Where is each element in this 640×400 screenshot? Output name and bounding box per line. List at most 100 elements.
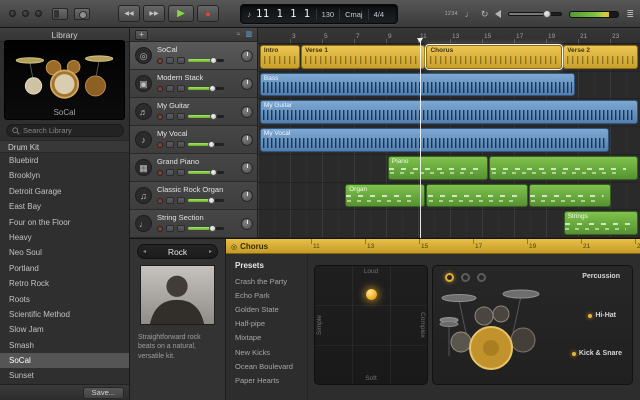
preset-item-ocean-boulevard[interactable]: Ocean Boulevard	[226, 359, 307, 373]
region-grand-piano[interactable]	[489, 155, 639, 180]
track-header-my-guitar[interactable]: ♬ My Guitar	[130, 98, 257, 126]
lcd-mode-icon[interactable]: ≣	[626, 9, 634, 19]
region-classic-rock-organ[interactable]	[529, 183, 612, 208]
region-bass[interactable]: Bass	[259, 72, 576, 97]
library-item-portland[interactable]: Portland	[0, 261, 129, 276]
solo-button[interactable]	[177, 225, 185, 232]
pan-knob[interactable]	[241, 78, 253, 90]
xy-pad[interactable]: Loud Soft Simple Complex	[314, 265, 428, 385]
automation-icon[interactable]: ≈	[237, 31, 241, 38]
library-toggle-icon[interactable]	[52, 8, 68, 20]
preset-item-half-pipe[interactable]: Half-pipe	[226, 317, 307, 331]
track-header-classic-rock-organ[interactable]: ♫ Classic Rock Organ	[130, 182, 257, 210]
pan-knob[interactable]	[241, 218, 253, 230]
library-item-neo-soul[interactable]: Neo Soul	[0, 245, 129, 260]
genre-prev-icon[interactable]: ◂	[143, 248, 146, 255]
timeline-ruler[interactable]: 3 5 7 9 11 13 15 17 19 21 23	[258, 28, 640, 44]
solo-button[interactable]	[177, 57, 185, 64]
master-volume-slider[interactable]	[508, 10, 563, 18]
library-item-east-bay[interactable]: East Bay	[0, 199, 129, 214]
kit-label-kick-snare[interactable]: Kick & Snare	[571, 350, 622, 357]
mute-button[interactable]	[166, 141, 174, 148]
genre-next-icon[interactable]: ▸	[209, 248, 212, 255]
region-intro[interactable]: Intro	[259, 45, 301, 69]
pan-knob[interactable]	[241, 50, 253, 62]
record-button[interactable]: ●	[197, 5, 219, 22]
solo-button[interactable]	[177, 113, 185, 120]
library-item-bluebird[interactable]: Bluebird	[0, 153, 129, 168]
library-search[interactable]	[6, 124, 124, 137]
kit-label-hihat[interactable]: Hi-Hat	[588, 312, 616, 319]
library-item-socal[interactable]: SoCal	[0, 353, 129, 369]
genre-selector[interactable]: ◂ Rock ▸	[137, 244, 218, 259]
preset-item-new-kicks[interactable]: New Kicks	[226, 345, 307, 359]
track-header-grand-piano[interactable]: ▦ Grand Piano	[130, 154, 257, 182]
drum-kit-illustration[interactable]	[437, 278, 545, 382]
track-header-modern-stack[interactable]: ▣ Modern Stack	[130, 70, 257, 98]
track-volume-slider[interactable]	[188, 196, 224, 204]
record-enable-button[interactable]	[157, 85, 163, 92]
library-item-detroit-garage[interactable]: Detroit Garage	[0, 184, 129, 199]
pan-knob[interactable]	[241, 190, 253, 202]
metronome-icon[interactable]: ♩	[465, 9, 474, 19]
library-item-four-on-the-floor[interactable]: Four on the Floor	[0, 215, 129, 230]
region-verse-1[interactable]: Verse 1	[301, 45, 426, 69]
lcd-display[interactable]: ♪ 11 1 1 1 130 Cmaj 4/4	[240, 4, 398, 24]
library-item-smash[interactable]: Smash	[0, 338, 129, 353]
forward-button[interactable]: ▶▶	[143, 5, 165, 22]
library-item-retro-rock[interactable]: Retro Rock	[0, 276, 129, 291]
smart-controls-icon[interactable]	[74, 8, 90, 20]
key-value[interactable]: Cmaj	[345, 10, 363, 19]
solo-button[interactable]	[177, 85, 185, 92]
region-my-vocal[interactable]: My Vocal	[259, 128, 610, 152]
record-enable-button[interactable]	[157, 57, 163, 64]
drummer-avatar[interactable]	[140, 265, 215, 325]
region-piano[interactable]: Piano	[387, 155, 489, 180]
kit-label-percussion[interactable]: Percussion	[582, 273, 620, 280]
library-category-header[interactable]: Drum Kit	[0, 140, 129, 153]
region-organ[interactable]: Organ	[345, 183, 426, 208]
record-enable-button[interactable]	[157, 169, 163, 176]
preset-item-echo-park[interactable]: Echo Park	[226, 288, 307, 302]
record-enable-button[interactable]	[157, 113, 163, 120]
track-volume-slider[interactable]	[188, 140, 224, 148]
mute-button[interactable]	[166, 85, 174, 92]
region-verse-2[interactable]: Verse 2	[563, 45, 639, 69]
track-volume-slider[interactable]	[188, 84, 224, 92]
minimize-button[interactable]	[22, 10, 29, 17]
preset-item-crash-the-party[interactable]: Crash the Party	[226, 274, 307, 288]
track-header-string-section[interactable]: ♩ String Section	[130, 210, 257, 238]
track-volume-slider[interactable]	[188, 224, 224, 232]
preset-item-paper-hearts[interactable]: Paper Hearts	[226, 373, 307, 387]
time-signature-value[interactable]: 4/4	[374, 10, 384, 19]
solo-button[interactable]	[177, 197, 185, 204]
record-enable-button[interactable]	[157, 197, 163, 204]
close-button[interactable]	[9, 10, 16, 17]
playhead[interactable]	[416, 38, 423, 238]
region-my-guitar[interactable]: My Guitar	[259, 100, 639, 125]
add-track-button[interactable]: +	[135, 29, 148, 40]
record-enable-button[interactable]	[157, 141, 163, 148]
tempo-value[interactable]: 130	[322, 10, 335, 19]
track-volume-slider[interactable]	[188, 112, 224, 120]
search-input[interactable]	[23, 126, 118, 135]
count-in-icon[interactable]: 1234	[445, 11, 458, 17]
mute-button[interactable]	[166, 57, 174, 64]
library-item-sunset[interactable]: Sunset	[0, 368, 129, 383]
region-strings[interactable]: Strings	[563, 211, 639, 235]
rewind-button[interactable]: ◀◀	[118, 5, 140, 22]
region-classic-rock-organ[interactable]	[426, 183, 528, 208]
track-volume-slider[interactable]	[188, 168, 224, 176]
library-item-brooklyn[interactable]: Brooklyn	[0, 168, 129, 183]
pan-knob[interactable]	[241, 134, 253, 146]
pan-knob[interactable]	[241, 106, 253, 118]
pan-knob[interactable]	[241, 162, 253, 174]
record-enable-button[interactable]	[157, 225, 163, 232]
timeline[interactable]: 3 5 7 9 11 13 15 17 19 21 23 Intro Verse 1 Chorus Ver…	[258, 28, 640, 238]
playhead-handle-icon[interactable]	[416, 38, 423, 43]
library-item-slow-jam[interactable]: Slow Jam	[0, 322, 129, 337]
play-button[interactable]: ▶	[168, 5, 194, 22]
preset-item-golden-state[interactable]: Golden State	[226, 302, 307, 316]
editor-region-header[interactable]: ◎ Chorus 11131517192123	[226, 239, 640, 254]
zoom-button[interactable]	[35, 10, 42, 17]
